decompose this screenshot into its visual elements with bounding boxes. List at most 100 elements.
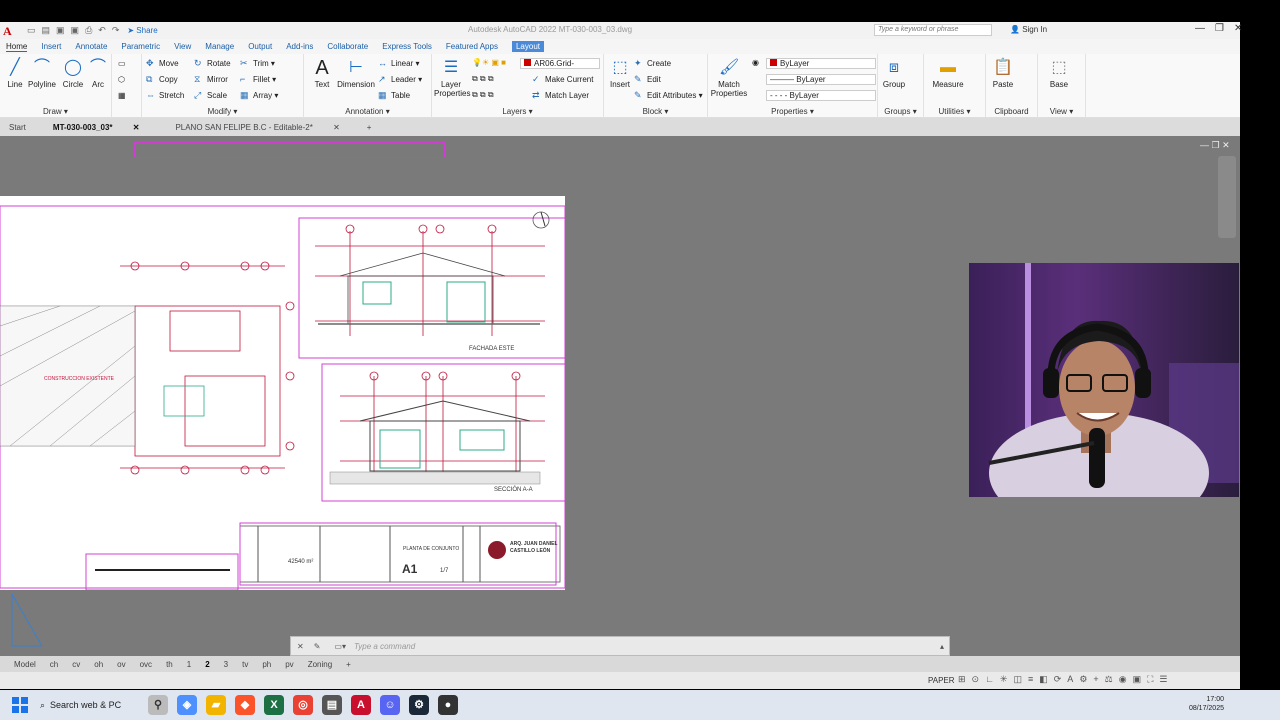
save-icon[interactable]: ▣ bbox=[56, 25, 65, 36]
close-tab-icon[interactable]: ✕ bbox=[124, 123, 149, 132]
move-button[interactable]: ✥ Move bbox=[146, 58, 179, 69]
osnap-icon[interactable]: ◫ bbox=[1013, 674, 1022, 685]
doc-tab-current[interactable]: MT-030-003_03* ✕ bbox=[35, 123, 158, 132]
discord-icon[interactable]: ☺ bbox=[380, 695, 400, 715]
viewport-top-strip[interactable] bbox=[134, 142, 445, 158]
region-icon[interactable]: ▦ bbox=[118, 91, 126, 100]
brave-browser-icon[interactable]: ◆ bbox=[235, 695, 255, 715]
new-file-icon[interactable]: ▭ bbox=[27, 25, 36, 36]
color-dropdown[interactable]: ByLayer bbox=[766, 58, 876, 69]
widgets-icon[interactable]: ⚲ bbox=[148, 695, 168, 715]
taskbar-search[interactable]: ⌕ Search web & PC bbox=[40, 696, 136, 714]
fillet-button[interactable]: ⌐ Fillet ▾ bbox=[240, 74, 276, 84]
layout-tab-ph[interactable]: ph bbox=[262, 660, 271, 669]
ortho-icon[interactable]: ∟ bbox=[985, 674, 994, 685]
workspace-icon[interactable]: ⚙ bbox=[1079, 674, 1087, 685]
restore-icon[interactable]: ❐ bbox=[1215, 23, 1224, 34]
open-file-icon[interactable]: ▤ bbox=[42, 25, 51, 36]
tab-home[interactable]: Home bbox=[6, 42, 28, 52]
layer-properties-button[interactable]: ☰ Layer Properties bbox=[434, 58, 470, 98]
chrome-icon[interactable]: ◎ bbox=[293, 695, 313, 715]
redo-icon[interactable]: ↷ bbox=[112, 25, 120, 36]
transparency-icon[interactable]: ◧ bbox=[1039, 674, 1048, 685]
layout-tab-1[interactable]: 1 bbox=[187, 660, 191, 669]
lineweight-dropdown[interactable]: - - - - ByLayer bbox=[766, 90, 876, 101]
draw-panel-title[interactable]: Draw ▾ bbox=[0, 107, 111, 116]
copy-button[interactable]: ⧉ Copy bbox=[146, 74, 178, 85]
paper-space-toggle[interactable]: PAPER bbox=[928, 676, 955, 685]
share-button[interactable]: ➤ Share bbox=[127, 26, 157, 35]
save-as-icon[interactable]: ▣ bbox=[71, 25, 80, 36]
annotation-monitor-icon[interactable]: + bbox=[1093, 674, 1098, 685]
tab-add-ins[interactable]: Add-ins bbox=[286, 42, 313, 51]
scale-button[interactable]: ⤢ Scale bbox=[194, 90, 227, 101]
help-search-input[interactable]: Type a keyword or phrase bbox=[874, 24, 992, 36]
lineweight-icon[interactable]: ≡ bbox=[1028, 674, 1033, 685]
undo-icon[interactable]: ↶ bbox=[98, 25, 106, 36]
copilot-icon[interactable]: ◈ bbox=[177, 695, 197, 715]
edit-block-button[interactable]: ✎ Edit bbox=[634, 74, 661, 85]
modify-panel-title[interactable]: Modify ▾ bbox=[142, 107, 303, 116]
command-line[interactable]: ✕ ✎ ▭▾ Type a command ▴ bbox=[290, 636, 950, 656]
layer-dropdown[interactable]: AR06.Grid- bbox=[520, 58, 600, 69]
layout-tab-tv[interactable]: tv bbox=[242, 660, 248, 669]
app-icon[interactable]: ▤ bbox=[322, 695, 342, 715]
mirror-button[interactable]: ⧖ Mirror bbox=[194, 74, 228, 85]
grid-icon[interactable]: ⊞ bbox=[958, 674, 966, 685]
dimension-button[interactable]: ⊢ Dimension bbox=[336, 58, 376, 89]
minimize-icon[interactable]: — bbox=[1195, 23, 1205, 34]
tab-output[interactable]: Output bbox=[248, 42, 272, 51]
snap-icon[interactable]: ⊙ bbox=[972, 674, 980, 685]
viewport-minimize-icon[interactable]: — bbox=[1200, 140, 1209, 150]
tab-express-tools[interactable]: Express Tools bbox=[382, 42, 432, 51]
layer-tools-row2[interactable]: ⧉ ⧉ ⧉ bbox=[472, 74, 494, 84]
layout-tab-ovc[interactable]: ovc bbox=[140, 660, 152, 669]
leader-button[interactable]: ↗ Leader ▾ bbox=[378, 74, 422, 85]
selection-cycling-icon[interactable]: ⟳ bbox=[1054, 674, 1062, 685]
rotate-button[interactable]: ↻ Rotate bbox=[194, 58, 231, 69]
text-button[interactable]: A Text bbox=[308, 58, 336, 89]
annotation-panel-title[interactable]: Annotation ▾ bbox=[304, 107, 431, 116]
tab-view[interactable]: View bbox=[174, 42, 191, 51]
view-panel-title[interactable]: View ▾ bbox=[1038, 107, 1085, 116]
layout-tab-zoning[interactable]: Zoning bbox=[308, 660, 332, 669]
group-button[interactable]: ⧈ Group bbox=[880, 58, 908, 89]
obs-icon[interactable]: ● bbox=[438, 695, 458, 715]
polar-icon[interactable]: ✳ bbox=[1000, 674, 1008, 685]
arc-button[interactable]: ⌒ Arc bbox=[86, 58, 110, 89]
units-icon[interactable]: ⚖ bbox=[1105, 674, 1113, 685]
steam-icon[interactable]: ⚙ bbox=[409, 695, 429, 715]
create-block-button[interactable]: ✦ Create bbox=[634, 58, 671, 69]
stretch-button[interactable]: ⇔ Stretch bbox=[146, 90, 184, 100]
hatch-icon[interactable]: ⬡ bbox=[118, 75, 125, 84]
doc-tab-plano[interactable]: PLANO SAN FELIPE B.C - Editable-2* ✕ bbox=[157, 123, 357, 132]
block-panel-title[interactable]: Block ▾ bbox=[604, 107, 707, 116]
tab-parametric[interactable]: Parametric bbox=[121, 42, 160, 51]
layer-state-icons[interactable]: 💡☀ ▣ ■ bbox=[472, 58, 506, 67]
sign-in-button[interactable]: 👤 Sign In bbox=[1010, 25, 1047, 34]
linear-button[interactable]: ↔ Linear ▾ bbox=[378, 58, 420, 68]
layers-panel-title[interactable]: Layers ▾ bbox=[432, 107, 603, 116]
layout-tab-ov[interactable]: ov bbox=[117, 660, 125, 669]
tab-manage[interactable]: Manage bbox=[205, 42, 234, 51]
system-clock[interactable]: 17:00 08/17/2025 bbox=[1189, 695, 1224, 713]
close-icon[interactable]: ✕ bbox=[1234, 23, 1242, 34]
command-history-icon[interactable]: ▭▾ bbox=[334, 642, 346, 651]
make-current-button[interactable]: ✓ Make Current bbox=[532, 74, 593, 85]
layout-sheet[interactable]: FACHADA ESTE SECCIÓN A-A CONSTRUCCION EX… bbox=[0, 196, 565, 590]
navigation-bar[interactable] bbox=[1218, 156, 1236, 238]
new-tab-button[interactable]: + bbox=[358, 123, 381, 132]
layout-tab-3[interactable]: 3 bbox=[224, 660, 228, 669]
layout-tab-oh[interactable]: oh bbox=[94, 660, 103, 669]
layout-tab-model[interactable]: Model bbox=[14, 660, 36, 669]
command-expand-icon[interactable]: ▴ bbox=[940, 642, 944, 651]
command-close-icon[interactable]: ✕ bbox=[297, 642, 304, 651]
doc-tab-start[interactable]: Start bbox=[0, 123, 35, 132]
excel-icon[interactable]: X bbox=[264, 695, 284, 715]
insert-button[interactable]: ⬚ Insert bbox=[606, 58, 634, 89]
layout-tab-th[interactable]: th bbox=[166, 660, 173, 669]
annotation-scale-icon[interactable]: A bbox=[1067, 674, 1073, 685]
tab-featured-apps[interactable]: Featured Apps bbox=[446, 42, 498, 51]
table-button[interactable]: ▦ Table bbox=[378, 90, 410, 101]
tab-collaborate[interactable]: Collaborate bbox=[327, 42, 368, 51]
